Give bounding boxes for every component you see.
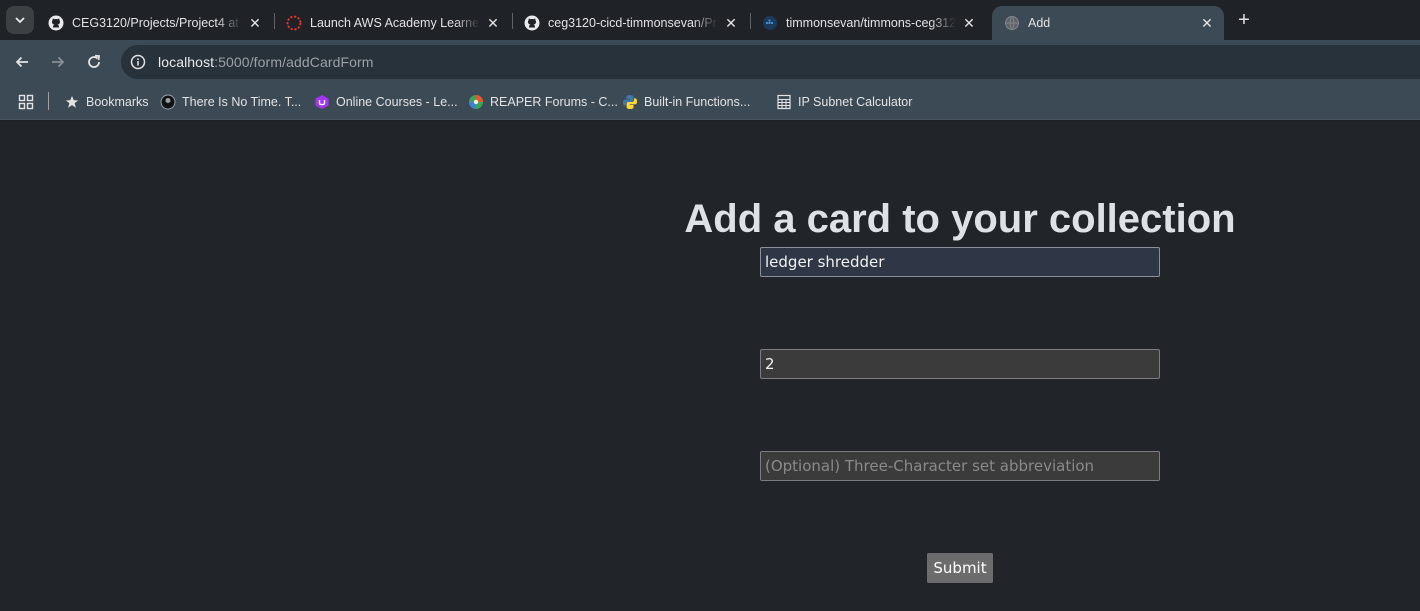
- github-icon: [524, 15, 540, 31]
- browser-toolbar: localhost:5000/form/addCardForm: [0, 40, 1420, 84]
- reload-button[interactable]: [82, 50, 106, 74]
- chevron-down-icon: [15, 17, 25, 24]
- bookmark-label: Online Courses - Le...: [336, 95, 458, 109]
- tab-add-active[interactable]: Add ✕: [992, 6, 1224, 40]
- globe-icon: [1004, 15, 1020, 31]
- bookmark-label: Bookmarks: [86, 95, 149, 109]
- apps-button[interactable]: [18, 92, 34, 112]
- url-host: localhost: [158, 54, 215, 70]
- close-icon[interactable]: ✕: [484, 14, 502, 32]
- bookmark-there-is-no-time[interactable]: There Is No Time. T...: [160, 92, 301, 112]
- site-info-icon[interactable]: [129, 53, 147, 71]
- python-icon: [622, 94, 638, 110]
- aws-academy-icon: [286, 15, 302, 31]
- tab-strip: CEG3120/Projects/Project4 at m ✕ Launch …: [0, 0, 1420, 40]
- card-name-input[interactable]: [760, 247, 1160, 277]
- submit-button[interactable]: Submit: [927, 553, 993, 583]
- close-icon[interactable]: ✕: [722, 14, 740, 32]
- avatar-icon: [160, 94, 176, 110]
- udemy-icon: [314, 94, 330, 110]
- url-text: localhost:5000/form/addCardForm: [158, 54, 374, 70]
- calculator-icon: [776, 94, 792, 110]
- tab-title: CEG3120/Projects/Project4 at m: [72, 16, 242, 30]
- bookmark-label: Built-in Functions...: [644, 95, 751, 109]
- address-bar[interactable]: localhost:5000/form/addCardForm: [121, 45, 1420, 79]
- tab-title: timmonsevan/timmons-ceg3120: [786, 16, 956, 30]
- bookmark-online-courses[interactable]: Online Courses - Le...: [314, 92, 458, 112]
- docker-icon: [762, 15, 778, 31]
- new-tab-button[interactable]: +: [1232, 8, 1256, 32]
- bookmarks-bar: Bookmarks There Is No Time. T... Online …: [0, 84, 1420, 120]
- tab-cicd-repo[interactable]: ceg3120-cicd-timmonsevan/Pro ✕: [512, 6, 748, 40]
- plus-icon: +: [1238, 8, 1250, 31]
- tab-project4[interactable]: CEG3120/Projects/Project4 at m ✕: [36, 6, 272, 40]
- page-content: Add a card to your collection Submit: [0, 121, 1420, 611]
- reload-icon: [88, 54, 100, 68]
- bookmark-built-in-functions[interactable]: Built-in Functions...: [622, 92, 750, 112]
- reaper-icon: [468, 94, 484, 110]
- tab-title: Launch AWS Academy Learner L: [310, 16, 480, 30]
- arrow-left-icon: [15, 56, 28, 68]
- page-title: Add a card to your collection: [684, 197, 1236, 241]
- arrow-right-icon: [52, 56, 65, 68]
- forward-button[interactable]: [46, 50, 70, 74]
- bookmark-label: There Is No Time. T...: [182, 95, 302, 109]
- bookmarks-separator: [48, 92, 49, 110]
- bookmark-label: REAPER Forums - C...: [490, 95, 618, 109]
- apps-grid-icon: [18, 94, 34, 110]
- star-icon: [64, 94, 80, 110]
- tab-aws-academy[interactable]: Launch AWS Academy Learner L ✕: [274, 6, 510, 40]
- tab-title: Add: [1028, 16, 1051, 30]
- bookmark-label: IP Subnet Calculator: [798, 95, 913, 109]
- close-icon[interactable]: ✕: [246, 14, 264, 32]
- tab-title: ceg3120-cicd-timmonsevan/Pro: [548, 16, 718, 30]
- close-icon[interactable]: ✕: [960, 14, 978, 32]
- url-path: :5000/form/addCardForm: [214, 54, 374, 70]
- bookmark-ip-subnet-calculator[interactable]: IP Subnet Calculator: [776, 92, 912, 112]
- set-abbreviation-input[interactable]: [760, 451, 1160, 481]
- close-icon[interactable]: ✕: [1198, 14, 1216, 32]
- bookmark-reaper-forums[interactable]: REAPER Forums - C...: [468, 92, 618, 112]
- tab-docker-hub[interactable]: timmonsevan/timmons-ceg3120 ✕: [750, 6, 986, 40]
- quantity-input[interactable]: [760, 349, 1160, 379]
- tab-search-button[interactable]: [6, 6, 34, 34]
- github-icon: [48, 15, 64, 31]
- back-button[interactable]: [10, 50, 34, 74]
- bookmark-bookmarks[interactable]: Bookmarks: [64, 92, 149, 112]
